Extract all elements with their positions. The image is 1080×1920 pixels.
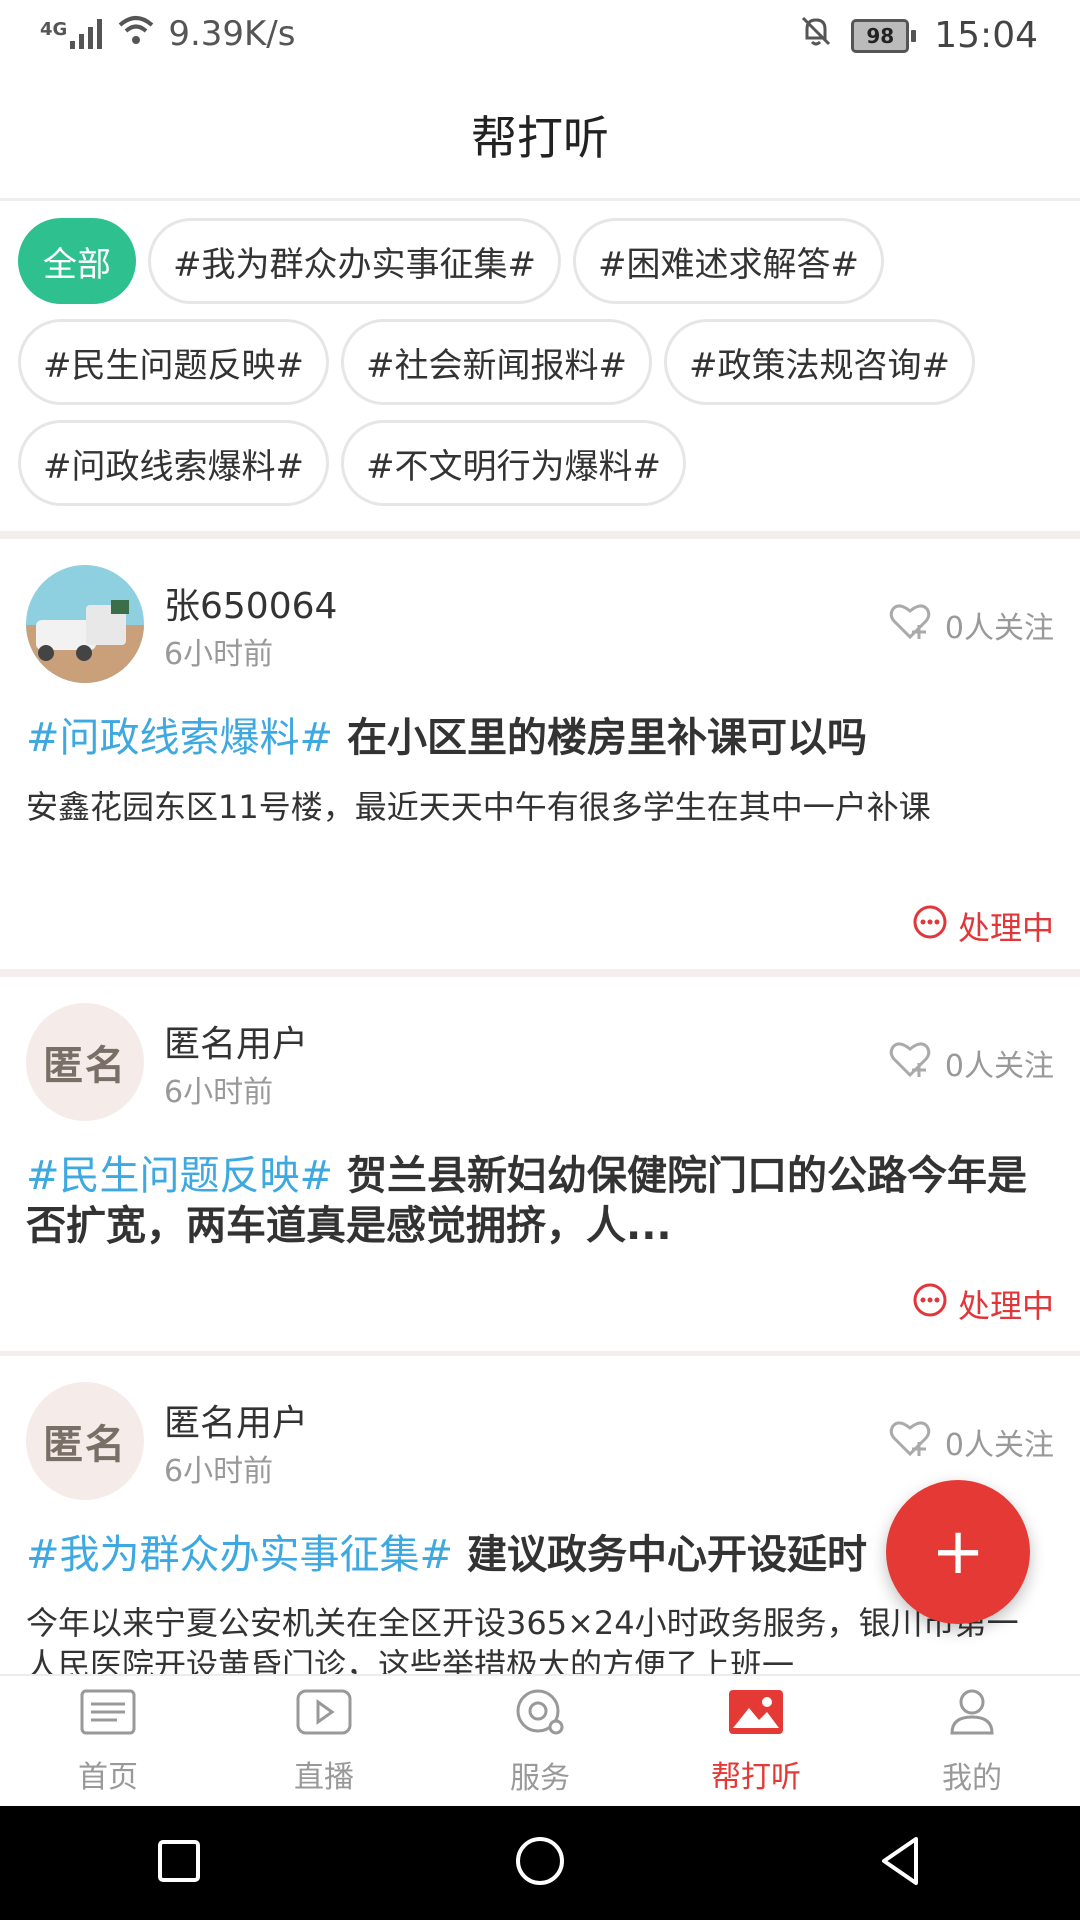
battery-level: 98 xyxy=(851,18,910,53)
tag-livelihood-issue[interactable]: #民生问题反映# xyxy=(18,319,329,405)
post-title-text: 在小区里的楼房里补课可以吗 xyxy=(346,715,867,761)
processing-icon xyxy=(912,904,948,948)
tag-all[interactable]: 全部 xyxy=(18,218,136,304)
processing-icon xyxy=(912,1282,948,1326)
tab-home[interactable]: 首页 xyxy=(0,1676,216,1808)
recents-square-icon[interactable] xyxy=(154,1836,204,1890)
follower-count: 0人关注 xyxy=(944,1428,1054,1463)
picture-icon xyxy=(727,1688,785,1744)
post-body: 安鑫花园东区11号楼，最近天天中午有很多学生在其中一户补课 xyxy=(26,788,931,826)
home-list-icon xyxy=(79,1688,137,1744)
wifi-icon xyxy=(118,14,154,54)
battery-icon: 98 xyxy=(851,18,917,53)
play-icon xyxy=(295,1688,353,1744)
divider xyxy=(0,969,1080,977)
post-title[interactable]: #问政线索爆料# 在小区里的楼房里补课可以吗 xyxy=(26,713,1058,763)
signal-icon: 4G xyxy=(40,19,104,49)
tab-label: 服务 xyxy=(510,1761,570,1796)
title-bar: 帮打听 xyxy=(0,74,1080,201)
tab-ask[interactable]: 帮打听 xyxy=(648,1676,864,1808)
status-text: 处理中 xyxy=(957,909,1054,947)
page-title: 帮打听 xyxy=(471,111,609,165)
follow-button[interactable]: 0人关注 xyxy=(889,601,1054,649)
post-card[interactable]: 匿名 匿名用户 6小时前 0人关注 #民生问题反映# 贺兰县新妇幼保健院门口的公… xyxy=(0,977,1080,1351)
heart-plus-icon xyxy=(889,1418,931,1466)
post-time: 6小时前 xyxy=(164,1075,274,1110)
network-speed: 9.39K/s xyxy=(168,14,296,54)
tab-label: 直播 xyxy=(294,1760,354,1795)
follower-count: 0人关注 xyxy=(944,611,1054,646)
tab-label: 帮打听 xyxy=(711,1760,801,1795)
status-text: 处理中 xyxy=(957,1287,1054,1325)
bottom-tab-bar: 首页 直播 服务 帮打听 我的 xyxy=(0,1674,1080,1808)
network-type: 4G xyxy=(40,19,68,40)
follower-count: 0人关注 xyxy=(944,1049,1054,1084)
anonymous-avatar[interactable]: 匿名 xyxy=(26,1382,144,1500)
username[interactable]: 匿名用户 xyxy=(164,1015,308,1067)
tab-service[interactable]: 服务 xyxy=(432,1676,648,1808)
post-time: 6小时前 xyxy=(164,1454,274,1489)
post-title-text: 建议政务中心开设延时 xyxy=(466,1532,867,1578)
status-bar: 4G 9.39K/s 98 15:04 xyxy=(0,0,1080,74)
username[interactable]: 匿名用户 xyxy=(164,1394,308,1446)
heart-plus-icon xyxy=(889,1039,931,1087)
tab-mine[interactable]: 我的 xyxy=(864,1676,1080,1808)
tab-label: 首页 xyxy=(78,1760,138,1795)
back-triangle-icon[interactable] xyxy=(876,1833,926,1893)
tag-political-leads[interactable]: #问政线索爆料# xyxy=(18,420,329,506)
follow-button[interactable]: 0人关注 xyxy=(889,1418,1054,1466)
plus-icon: + xyxy=(931,1515,985,1589)
divider xyxy=(0,531,1080,539)
tab-live[interactable]: 直播 xyxy=(216,1676,432,1808)
person-icon xyxy=(947,1687,997,1745)
service-icon xyxy=(514,1687,566,1745)
clock: 15:04 xyxy=(934,15,1038,56)
mute-bell-icon xyxy=(799,14,833,57)
tag-social-news[interactable]: #社会新闻报料# xyxy=(340,319,652,405)
heart-plus-icon xyxy=(889,601,931,649)
follow-button[interactable]: 0人关注 xyxy=(889,1039,1054,1087)
username[interactable]: 张650064 xyxy=(164,577,337,629)
post-hashtag[interactable]: #我为群众办实事征集# xyxy=(26,1532,453,1578)
tab-label: 我的 xyxy=(942,1761,1002,1796)
system-nav-bar xyxy=(0,1806,1080,1920)
status-badge: 处理中 xyxy=(912,903,1054,949)
post-card[interactable]: 张650064 6小时前 0人关注 #问政线索爆料# 在小区里的楼房里补课可以吗… xyxy=(0,539,1080,969)
tag-volunteer-collection[interactable]: #我为群众办实事征集# xyxy=(148,218,561,304)
status-badge: 处理中 xyxy=(912,1281,1054,1327)
new-post-button[interactable]: + xyxy=(886,1480,1030,1624)
post-hashtag[interactable]: #民生问题反映# xyxy=(26,1153,333,1199)
post-time: 6小时前 xyxy=(164,637,274,672)
post-title[interactable]: #民生问题反映# 贺兰县新妇幼保健院门口的公路今年是否扩宽，两车道真是感觉拥挤，… xyxy=(26,1151,1058,1251)
tag-difficulty-answer[interactable]: #困难述求解答# xyxy=(572,218,884,304)
home-circle-icon[interactable] xyxy=(512,1833,568,1893)
post-hashtag[interactable]: #问政线索爆料# xyxy=(26,715,333,761)
anonymous-avatar[interactable]: 匿名 xyxy=(26,1003,144,1121)
post-body: 今年以来宁夏公安机关在全区开设365×24小时政务服务，银川市第一人民医院开设黄… xyxy=(26,1604,1019,1674)
tag-uncivilized-behavior[interactable]: #不文明行为爆料# xyxy=(340,420,686,506)
tag-filter: 全部 #我为群众办实事征集# #困难述求解答# #民生问题反映# #社会新闻报料… xyxy=(0,201,1080,531)
avatar[interactable] xyxy=(26,565,144,683)
tag-policy-consult[interactable]: #政策法规咨询# xyxy=(663,319,975,405)
